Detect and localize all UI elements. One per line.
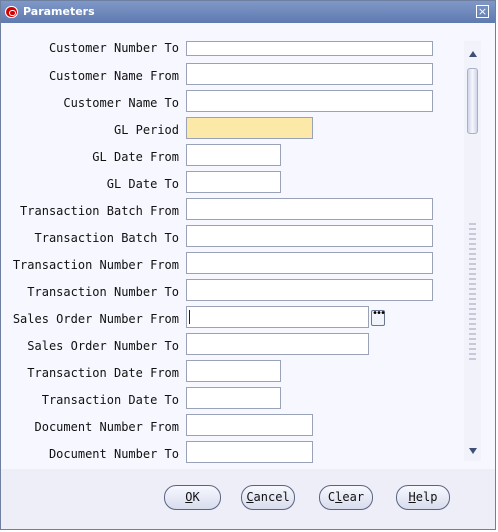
field-label: GL Date From <box>92 150 179 164</box>
window-title: Parameters <box>23 5 95 18</box>
field-label: Customer Name To <box>63 96 179 110</box>
field-label: GL Date To <box>106 177 179 191</box>
field-label: Customer Name From <box>48 69 179 83</box>
field-label: Transaction Batch To <box>34 231 180 245</box>
field-label: Sales Order Number From <box>12 312 179 326</box>
field-label: Document Number To <box>48 447 179 461</box>
vertical-scrollbar[interactable] <box>464 41 481 461</box>
arrow-down-icon <box>469 448 477 454</box>
transaction-date-to-field[interactable] <box>186 387 281 409</box>
field-label: GL Period <box>113 123 179 137</box>
transaction-batch-to-field[interactable] <box>186 225 433 247</box>
parameters-window: Parameters × Customer Number To Customer… <box>0 0 496 530</box>
transaction-number-to-field[interactable] <box>186 279 433 301</box>
transaction-batch-from-field[interactable] <box>186 198 433 220</box>
scroll-thumb[interactable] <box>467 68 478 134</box>
cancel-button[interactable]: Cancel <box>241 485 295 510</box>
customer-name-to-field[interactable] <box>186 90 433 112</box>
document-number-to-field[interactable] <box>186 441 313 463</box>
close-button[interactable]: × <box>476 5 489 18</box>
field-label: Sales Order Number To <box>27 339 179 353</box>
transaction-date-from-field[interactable] <box>186 360 281 382</box>
ok-button[interactable]: OK <box>164 485 221 510</box>
title-bar: Parameters × <box>1 1 495 23</box>
help-button[interactable]: Help <box>396 485 450 510</box>
sales-order-number-to-field[interactable] <box>186 333 369 355</box>
document-number-from-field[interactable] <box>186 414 313 436</box>
scroll-up-button[interactable] <box>465 46 480 61</box>
text-cursor <box>189 310 190 324</box>
field-label: Transaction Number To <box>27 285 179 299</box>
gl-date-from-field[interactable] <box>186 144 281 166</box>
arrow-up-icon <box>469 51 477 57</box>
field-label: Transaction Batch From <box>20 204 179 218</box>
scroll-down-button[interactable] <box>465 444 480 459</box>
customer-name-from-field[interactable] <box>186 63 433 85</box>
customer-number-to-field[interactable] <box>186 41 433 56</box>
sales-order-number-from-field[interactable] <box>186 306 369 328</box>
transaction-number-from-field[interactable] <box>186 252 433 274</box>
parameters-form: Customer Number To Customer Name From Cu… <box>1 23 495 469</box>
ellipsis-icon: ••• <box>372 308 386 319</box>
gl-period-field[interactable] <box>186 117 313 139</box>
clear-button[interactable]: Clear <box>319 485 373 510</box>
button-bar: OK Cancel Clear Help <box>1 471 495 529</box>
field-label: Transaction Date From <box>27 366 179 380</box>
field-label: Document Number From <box>34 420 180 434</box>
gl-date-to-field[interactable] <box>186 171 281 193</box>
scroll-track-texture <box>469 223 476 363</box>
list-of-values-button[interactable]: ••• <box>371 308 386 326</box>
field-label: Transaction Date To <box>41 393 179 407</box>
field-label: Transaction Number From <box>12 258 179 272</box>
oracle-logo-icon <box>5 6 18 18</box>
field-label: Customer Number To <box>48 41 179 55</box>
